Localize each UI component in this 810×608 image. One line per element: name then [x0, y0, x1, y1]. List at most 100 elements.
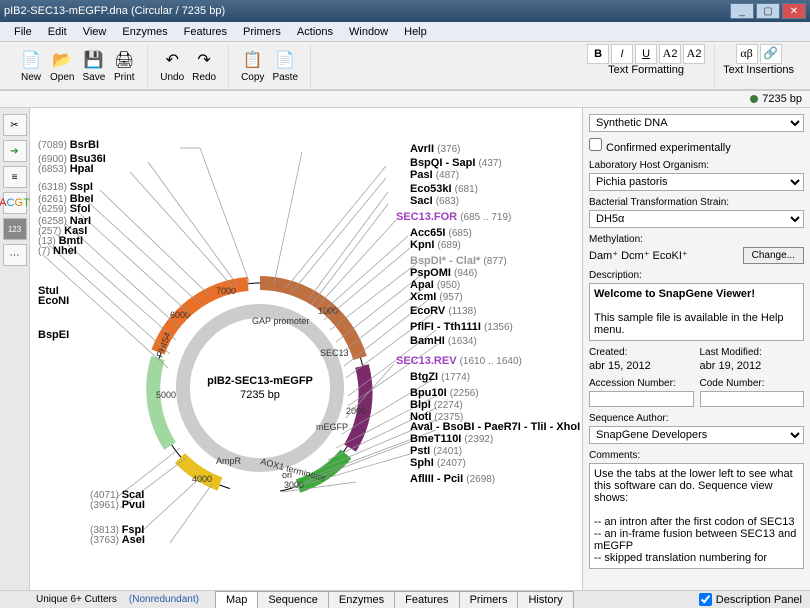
enzyme-label[interactable]: BspDI* - ClaI* (877): [410, 255, 507, 267]
methylation-label: Methylation:: [589, 234, 804, 245]
enzyme-label[interactable]: Acc65I (685): [410, 227, 472, 239]
text-formatting-label: Text Formatting: [608, 64, 684, 76]
nonredundant-link[interactable]: (Nonredundant): [123, 592, 205, 607]
host-select[interactable]: Pichia pastoris: [589, 173, 804, 191]
menu-primers[interactable]: Primers: [235, 24, 289, 40]
enzyme-label[interactable]: PasI (487): [410, 169, 459, 181]
enzyme-label[interactable]: PstI (2401): [410, 445, 462, 457]
tab-sequence[interactable]: Sequence: [257, 591, 329, 608]
enzyme-label[interactable]: (3961) PvuI: [90, 499, 145, 511]
tool-123[interactable]: 123: [3, 218, 27, 240]
menu-help[interactable]: Help: [396, 24, 435, 40]
primer-label[interactable]: SEC13.REV (1610 .. 1640): [396, 355, 522, 367]
menu-file[interactable]: File: [6, 24, 40, 40]
enzyme-label[interactable]: ApaI (950): [410, 279, 460, 291]
comments-text[interactable]: Use the tabs at the lower left to see wh…: [589, 463, 804, 569]
save-button[interactable]: 💾Save: [82, 49, 105, 83]
print-icon: 🖨: [113, 49, 135, 71]
description-text[interactable]: Welcome to SnapGene Viewer!This sample f…: [589, 283, 804, 341]
strain-select[interactable]: DH5α: [589, 210, 804, 228]
tab-primers[interactable]: Primers: [459, 591, 519, 608]
enzyme-label[interactable]: KpnI (689): [410, 239, 461, 251]
confirmed-checkbox[interactable]: [589, 138, 602, 151]
tool-dots[interactable]: ⋯: [3, 244, 27, 266]
enzyme-label[interactable]: BmeT110I (2392): [410, 433, 493, 445]
subscript-button[interactable]: A2: [683, 44, 705, 64]
tool-arrow[interactable]: ➔: [3, 140, 27, 162]
menu-enzymes[interactable]: Enzymes: [114, 24, 175, 40]
enzyme-label[interactable]: Bpu10I (2256): [410, 387, 479, 399]
enzyme-label[interactable]: EcoNI: [38, 295, 69, 307]
greek-button[interactable]: αβ: [736, 44, 758, 64]
enzyme-label[interactable]: SacI (683): [410, 195, 459, 207]
sequence-type-select[interactable]: Synthetic DNA: [589, 114, 804, 132]
enzyme-label[interactable]: BtgZI (1774): [410, 371, 470, 383]
enzyme-label[interactable]: (7) NheI: [38, 245, 77, 257]
menu-bar: File Edit View Enzymes Features Primers …: [0, 22, 810, 42]
enzyme-label[interactable]: BspEI: [38, 329, 69, 341]
code-input[interactable]: [700, 391, 805, 407]
menu-features[interactable]: Features: [176, 24, 235, 40]
enzyme-label[interactable]: BamHI (1634): [410, 335, 477, 347]
enzyme-label[interactable]: XcmI (957): [410, 291, 463, 303]
link-button[interactable]: 🔗: [760, 44, 782, 64]
new-button[interactable]: 📄New: [20, 49, 42, 83]
tool-colors[interactable]: ACGT: [3, 192, 27, 214]
tab-features[interactable]: Features: [394, 591, 459, 608]
feature-aox1[interactable]: [230, 488, 280, 492]
enzyme-label[interactable]: Eco53kI (681): [410, 183, 478, 195]
status-bp: 7235 bp: [762, 93, 802, 105]
menu-window[interactable]: Window: [341, 24, 396, 40]
feature-ampr[interactable]: [153, 358, 170, 446]
enzyme-label[interactable]: BspQI - SapI (437): [410, 157, 502, 169]
tool-cut[interactable]: ✂: [3, 114, 27, 136]
change-button[interactable]: Change...: [743, 247, 804, 264]
svg-text:AmpR: AmpR: [216, 456, 242, 466]
status-dot-icon: [750, 95, 758, 103]
menu-actions[interactable]: Actions: [289, 24, 341, 40]
redo-icon: ↷: [193, 49, 215, 71]
plasmid-map[interactable]: pIB2-SEC13-mEGFP 7235 bp 7000 1000 2000 …: [30, 108, 582, 590]
svg-text:3000: 3000: [284, 480, 304, 490]
menu-edit[interactable]: Edit: [40, 24, 75, 40]
close-button[interactable]: ✕: [782, 3, 806, 19]
enzyme-label[interactable]: PflFI - Tth111I (1356): [410, 321, 513, 333]
enzyme-label[interactable]: AvrII (376): [410, 143, 460, 155]
italic-button[interactable]: I: [611, 44, 633, 64]
status-bar: 7235 bp: [0, 90, 810, 108]
underline-button[interactable]: U: [635, 44, 657, 64]
enzyme-label[interactable]: (3763) AseI: [90, 534, 145, 546]
primer-label[interactable]: SEC13.FOR (685 .. 719): [396, 211, 511, 223]
enzyme-label[interactable]: SphI (2407): [410, 457, 466, 469]
tool-align[interactable]: ≡: [3, 166, 27, 188]
enzyme-label[interactable]: AflIII - PciI (2698): [410, 473, 495, 485]
tab-map[interactable]: Map: [215, 591, 258, 608]
tab-history[interactable]: History: [517, 591, 573, 608]
enzyme-label[interactable]: BlpI (2274): [410, 399, 463, 411]
maximize-button[interactable]: ▢: [756, 3, 780, 19]
accession-input[interactable]: [589, 391, 694, 407]
enzyme-label[interactable]: (6853) HpaI: [38, 163, 94, 175]
paste-button[interactable]: 📄Paste: [272, 49, 298, 83]
redo-button[interactable]: ↷Redo: [192, 49, 216, 83]
minimize-button[interactable]: _: [730, 3, 754, 19]
print-button[interactable]: 🖨Print: [113, 49, 135, 83]
enzyme-label[interactable]: AvaI - BsoBI - PaeR7I - TliI - XhoI: [410, 421, 580, 433]
tab-enzymes[interactable]: Enzymes: [328, 591, 395, 608]
enzyme-label[interactable]: PspOMI (946): [410, 267, 477, 279]
open-button[interactable]: 📂Open: [50, 49, 74, 83]
author-select[interactable]: SnapGene Developers: [589, 426, 804, 444]
svg-text:SEC13: SEC13: [320, 348, 349, 358]
menu-view[interactable]: View: [75, 24, 115, 40]
new-icon: 📄: [20, 49, 42, 71]
enzyme-label[interactable]: EcoRV (1138): [410, 305, 476, 317]
superscript-button[interactable]: A2: [659, 44, 681, 64]
enzyme-label[interactable]: (6259) SfoI: [38, 203, 90, 215]
desc-panel-checkbox[interactable]: [699, 593, 712, 606]
svg-text:GAP promoter: GAP promoter: [252, 316, 309, 326]
bold-button[interactable]: B: [587, 44, 609, 64]
enzyme-label[interactable]: (7089) BsrBI: [38, 139, 99, 151]
enzyme-label[interactable]: (6318) SspI: [38, 181, 93, 193]
copy-button[interactable]: 📋Copy: [241, 49, 264, 83]
undo-button[interactable]: ↶Undo: [160, 49, 184, 83]
